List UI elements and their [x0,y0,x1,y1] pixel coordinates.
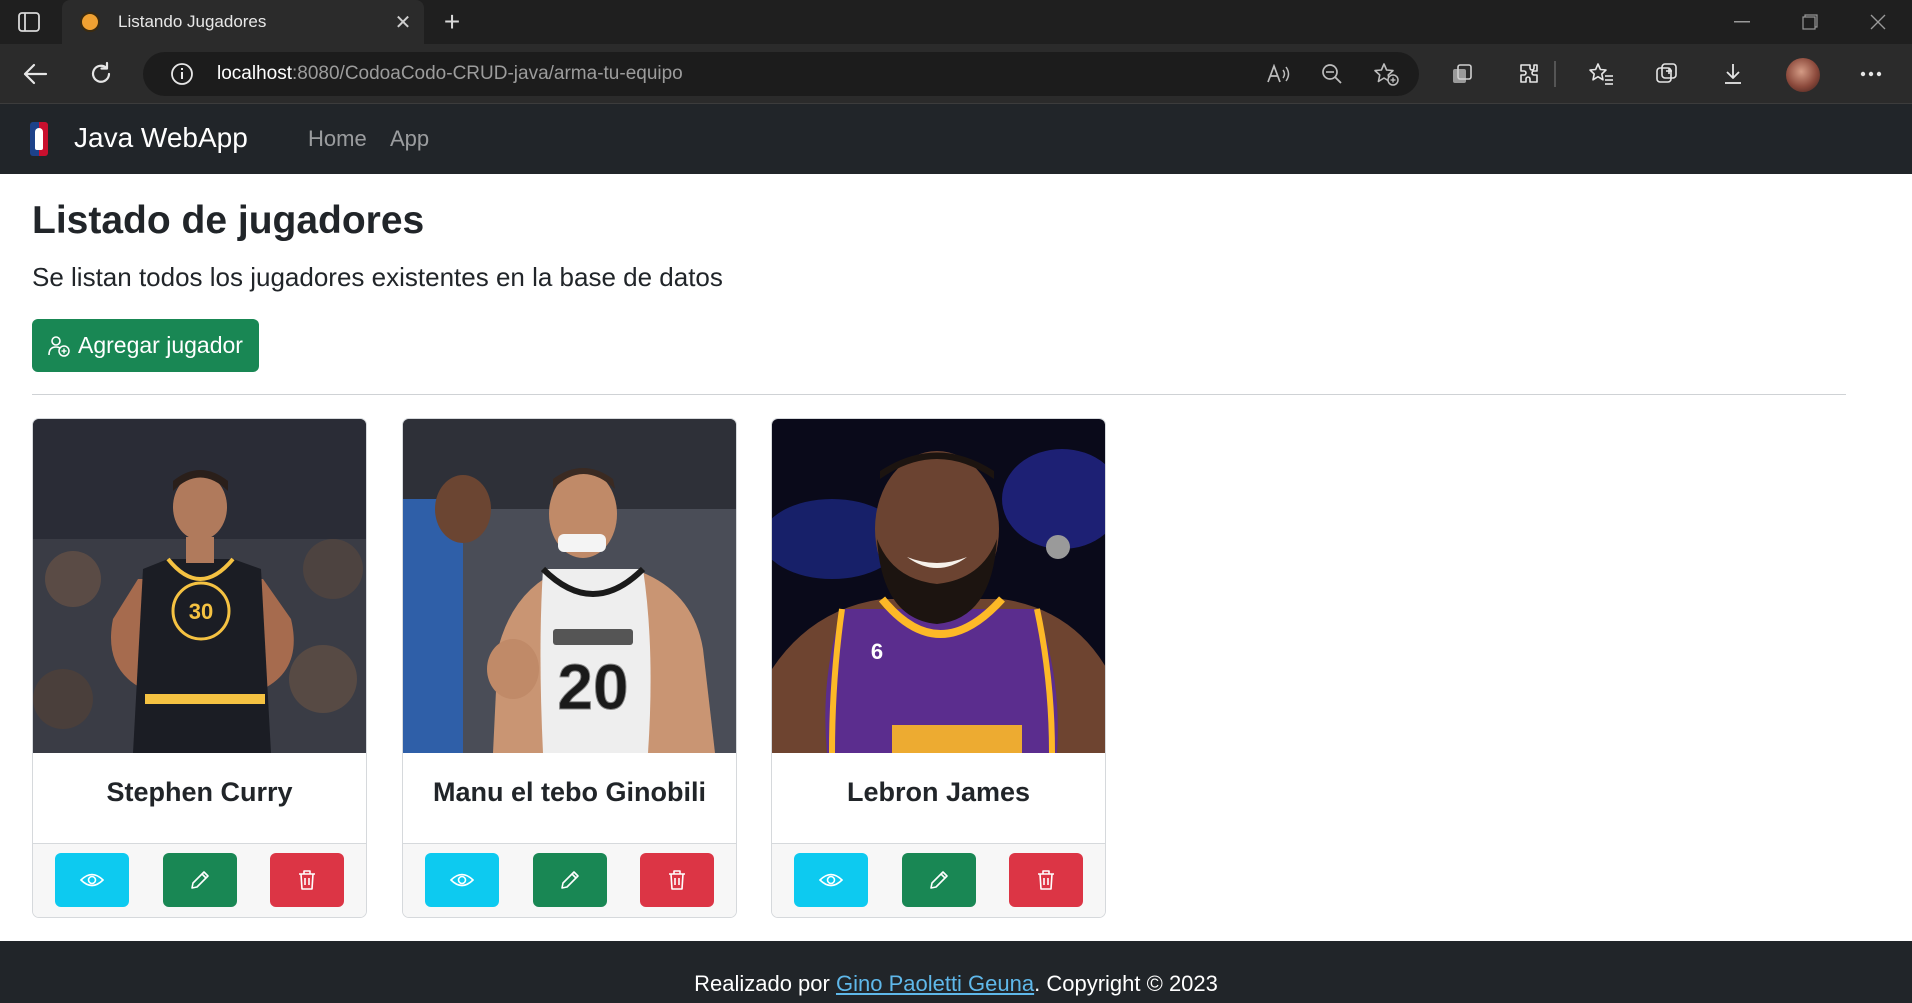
pencil-icon [191,871,209,889]
player-name: Lebron James [846,777,1031,807]
pencil-icon [930,871,948,889]
delete-button[interactable] [640,853,714,907]
zoom-icon[interactable] [1315,57,1349,91]
collections-tab-icon[interactable] [1446,57,1480,91]
eye-icon [819,873,843,887]
footer-suffix: . Copyright © 2023 [1034,971,1218,996]
edit-button[interactable] [533,853,607,907]
player-photo: 20 [403,419,736,753]
app-navbar: Java WebApp Home App [0,104,1912,174]
divider [32,394,1846,395]
url-text[interactable]: localhost:8080/CodoaCodo-CRUD-java/arma-… [217,63,683,85]
new-tab-button[interactable]: + [436,6,468,38]
card-actions [403,843,736,917]
nba-logo-icon[interactable] [30,122,48,156]
eye-icon [80,873,104,887]
player-photo: 30 [33,419,366,753]
nav-link-app[interactable]: App [390,126,429,152]
footer-prefix: Realizado por [694,971,836,996]
card-actions [33,843,366,917]
back-icon[interactable] [18,57,52,91]
player-name: Stephen Curry [106,777,293,807]
player-card: 30 Stephen Curry [32,418,367,918]
view-button[interactable] [55,853,129,907]
restore-icon[interactable] [1790,6,1830,38]
tab-title: Listando Jugadores [118,12,267,31]
player-card: 20 Manu el tebo Ginobili [402,418,737,918]
browser-tab-bar: Listando Jugadores ✕ + [0,0,1912,44]
browser-toolbar: localhost:8080/CodoaCodo-CRUD-java/arma-… [0,44,1912,104]
pencil-icon [561,871,579,889]
basketball-favicon-icon [80,12,100,32]
collections-icon[interactable] [1650,57,1684,91]
add-player-button[interactable]: Agregar jugador [32,319,259,372]
site-info-icon[interactable] [165,57,199,91]
trash-icon [299,870,315,890]
edit-button[interactable] [163,853,237,907]
view-button[interactable] [425,853,499,907]
jersey-number: 20 [557,651,628,723]
delete-button[interactable] [270,853,344,907]
url-host: localhost [217,63,292,84]
page-title: Listado de jugadores [32,199,425,242]
delete-button[interactable] [1009,853,1083,907]
jersey-number: 6 [871,639,883,664]
download-icon[interactable] [1716,57,1750,91]
trash-icon [669,870,685,890]
navbar-brand[interactable]: Java WebApp [74,122,248,154]
footer-text: Realizado por Gino Paoletti Geuna. Copyr… [0,971,1912,997]
jersey-number: 30 [189,599,213,624]
reload-icon[interactable] [84,57,118,91]
view-button[interactable] [794,853,868,907]
add-player-label: Agregar jugador [78,332,243,358]
page-footer: Realizado por Gino Paoletti Geuna. Copyr… [0,941,1912,1003]
profile-avatar[interactable] [1786,58,1820,92]
tab-close-icon[interactable]: ✕ [392,11,414,34]
favorites-icon[interactable] [1584,57,1618,91]
toolbar-divider [1554,61,1556,87]
more-options-icon[interactable] [1854,57,1888,91]
address-bar[interactable]: localhost:8080/CodoaCodo-CRUD-java/arma-… [143,52,1419,96]
add-favorite-icon[interactable] [1369,57,1403,91]
extensions-icon[interactable] [1512,57,1546,91]
person-add-icon [48,335,70,357]
player-name: Manu el tebo Ginobili [433,777,706,807]
player-photo: 6 [772,419,1105,753]
edit-button[interactable] [902,853,976,907]
browser-tab[interactable]: Listando Jugadores ✕ [62,0,424,44]
player-card: 6 Lebron James [771,418,1106,918]
window-close-icon[interactable] [1858,6,1898,38]
url-path: :8080/CodoaCodo-CRUD-java/arma-tu-equipo [292,63,683,84]
eye-icon [450,873,474,887]
page-subtitle: Se listan todos los jugadores existentes… [32,262,723,292]
card-actions [772,843,1105,917]
nav-link-home[interactable]: Home [308,126,367,152]
minimize-icon[interactable] [1722,6,1762,38]
author-link[interactable]: Gino Paoletti Geuna [836,971,1034,996]
read-aloud-icon[interactable] [1261,57,1295,91]
tab-actions-icon[interactable] [14,9,44,35]
trash-icon [1038,870,1054,890]
